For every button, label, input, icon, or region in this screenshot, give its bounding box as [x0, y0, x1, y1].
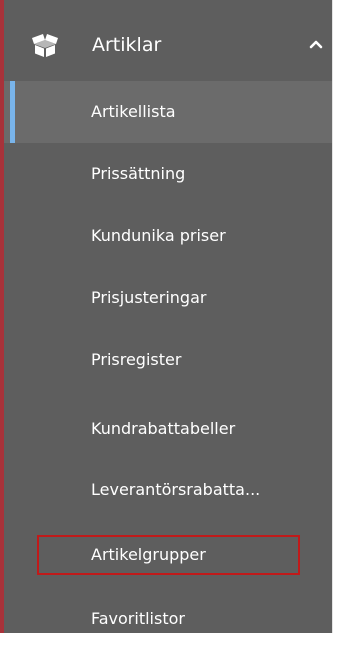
sidebar-item-prisregister[interactable]: Prisregister [4, 329, 332, 391]
sidebar-item-leverantorsrabatta[interactable]: Leverantörsrabatta... [4, 459, 332, 521]
sidebar-item-label: Leverantörsrabatta... [91, 480, 261, 499]
sidebar-item-label: Prisregister [91, 350, 182, 369]
sidebar-item-prissattning[interactable]: Prissättning [4, 143, 332, 205]
sidebar-item-prisjusteringar[interactable]: Prisjusteringar [4, 267, 332, 329]
sidebar-item-label: Kundunika priser [91, 226, 226, 245]
active-indicator [10, 81, 15, 143]
sidebar-item-kundunika-priser[interactable]: Kundunika priser [4, 205, 332, 267]
sidebar-item-label: Favoritlistor [91, 609, 185, 628]
sidebar-item-label: Prisjusteringar [91, 288, 207, 307]
sidebar: Artiklar Artikellista Prissättning Kundu… [0, 0, 333, 633]
sidebar-item-label: Kundrabattabeller [91, 419, 236, 438]
boxes-icon [32, 34, 58, 57]
sidebar-item-label: Artikellista [91, 102, 176, 121]
chevron-up-icon[interactable] [308, 36, 324, 52]
sidebar-item-artikellista[interactable]: Artikellista [4, 81, 332, 143]
section-header-artiklar[interactable]: Artiklar [4, 18, 332, 74]
sidebar-item-kundrabattabeller[interactable]: Kundrabattabeller [4, 398, 332, 460]
sidebar-item-favoritlistor[interactable]: Favoritlistor [4, 588, 332, 650]
section-label: Artiklar [92, 34, 162, 56]
highlight-box [37, 535, 300, 575]
sidebar-item-label: Prissättning [91, 164, 186, 183]
